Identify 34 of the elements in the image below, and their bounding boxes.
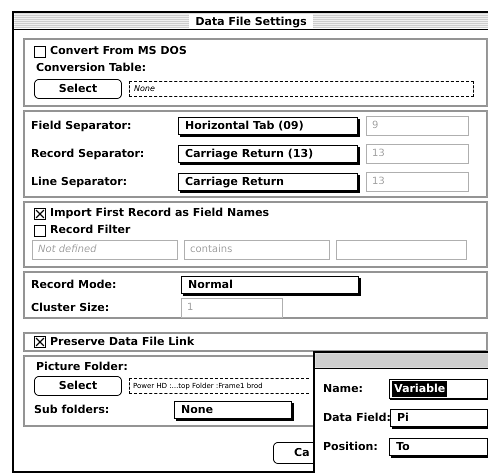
checkbox-label: Convert From MS DOS [50,43,187,60]
input-field[interactable] [336,240,467,260]
window-title: Data File Settings [189,14,313,28]
input-field[interactable]: Variable [389,379,488,399]
checkbox[interactable] [34,46,46,58]
select-button[interactable]: Select [34,376,122,396]
popup-menu[interactable]: None [174,401,292,419]
field-label: Conversion Table: [35,60,148,76]
field-value: Variable [392,381,448,397]
checkbox[interactable] [34,224,46,236]
checkbox[interactable] [34,208,46,220]
checkbox[interactable] [34,336,46,348]
field-label: Line Separator: [31,174,128,190]
select-button[interactable]: Select [34,79,122,99]
checkbox-label: Import First Record as Field Names [50,205,270,222]
popup-menu[interactable]: Normal [181,276,359,294]
field-label: Picture Folder: [35,359,128,375]
input-field[interactable]: None [129,81,474,97]
popup-menu[interactable]: Horizontal Tab (09) [178,117,358,135]
field-label: Field Separator: [31,118,132,134]
field-label: Sub folders: [34,402,110,418]
field-label: Position: [323,438,379,455]
field-label: Data Field: [323,410,390,426]
checkbox-label: Preserve Data File Link [50,334,194,350]
popup-menu[interactable]: Carriage Return (13) [178,145,358,163]
popup-menu[interactable]: To [389,438,488,456]
popup-menu[interactable]: Pi [390,409,488,427]
checkbox-label: Record Filter [50,222,130,238]
field-label: Record Mode: [31,276,118,293]
popup-menu[interactable]: Carriage Return [178,173,358,191]
field-label: Record Separator: [31,146,146,162]
field-label: Cluster Size: [31,300,110,316]
field-label: Name: [323,380,364,397]
cancel-button[interactable]: Ca [273,442,313,464]
